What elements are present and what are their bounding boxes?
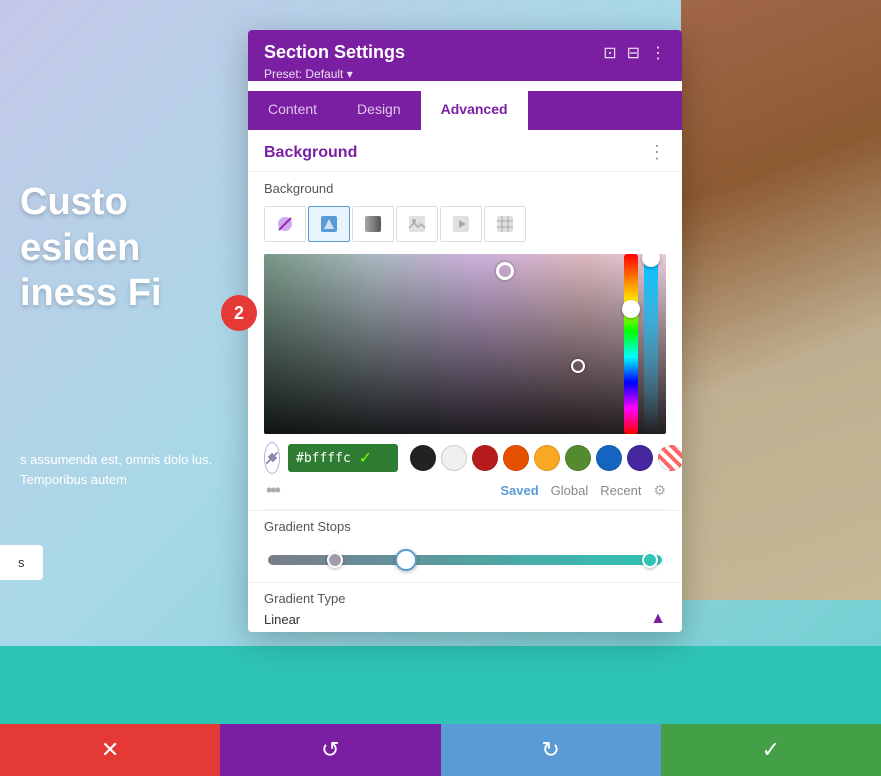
bg-label-row: Background <box>248 172 682 202</box>
redo-icon: ↻ <box>541 737 559 763</box>
hue-slider[interactable] <box>624 254 638 434</box>
hex-row: #bffffc ✓ <box>248 434 682 478</box>
page-subtext: s assumenda est, omnis dolo lus. Tempori… <box>20 450 260 489</box>
close-button[interactable]: ✕ <box>0 724 220 776</box>
expand-icon[interactable]: ⊡ <box>603 43 616 63</box>
eyedropper-button[interactable] <box>264 442 280 474</box>
columns-icon[interactable]: ⊟ <box>627 43 640 63</box>
color-tabs: Saved Global Recent ⚙ <box>500 482 666 499</box>
swatch-white[interactable] <box>441 445 467 471</box>
alpha-slider-thumb[interactable] <box>642 254 660 267</box>
gradient-canvas[interactable] <box>264 254 666 434</box>
save-button[interactable]: ✓ <box>661 724 881 776</box>
swatch-black[interactable] <box>410 445 436 471</box>
bg-type-color[interactable] <box>308 206 350 242</box>
more-swatches-button[interactable]: ••• <box>264 480 279 501</box>
swatch-green[interactable] <box>565 445 591 471</box>
gradient-type-label: Gradient Type <box>264 591 666 606</box>
color-tab-saved[interactable]: Saved <box>500 483 538 498</box>
color-tab-recent[interactable]: Recent <box>600 483 641 498</box>
section-title: Background <box>264 144 357 162</box>
swatch-purple[interactable] <box>627 445 653 471</box>
swatch-blue[interactable] <box>596 445 622 471</box>
top-picker-thumb[interactable] <box>496 262 514 280</box>
more-icon[interactable]: ⋮ <box>650 43 666 63</box>
right-image <box>681 0 881 600</box>
panel-title: Section Settings <box>264 42 405 63</box>
bg-type-row <box>248 202 682 250</box>
alpha-slider[interactable] <box>644 254 658 434</box>
preset-label[interactable]: Preset: Default ▾ <box>264 67 666 81</box>
gradient-stops-label: Gradient Stops <box>264 519 666 534</box>
bottom-toolbar: ✕ ↺ ↻ ✓ <box>0 724 881 776</box>
bg-type-image[interactable] <box>396 206 438 242</box>
undo-button[interactable]: ↺ <box>220 724 440 776</box>
tab-advanced[interactable]: Advanced <box>421 91 528 130</box>
close-icon: ✕ <box>101 737 119 763</box>
gradient-type-value: Linear <box>264 612 300 627</box>
badge-2: 2 <box>221 295 257 331</box>
panel-tabs: Content Design Advanced <box>248 91 682 130</box>
hex-input[interactable]: #bffffc ✓ <box>288 444 398 472</box>
left-page-button[interactable]: s <box>0 545 43 580</box>
bg-label: Background <box>264 181 333 196</box>
panel-header: Section Settings ⊡ ⊟ ⋮ Preset: Default ▾ <box>248 30 682 81</box>
page-hero-text: Custo esiden iness Fi <box>20 180 162 317</box>
color-swatches <box>410 445 682 471</box>
gradient-stops-track[interactable] <box>268 555 662 565</box>
save-icon: ✓ <box>762 737 780 763</box>
gradient-type-value-row: Linear ▲ <box>264 610 666 628</box>
redo-button[interactable]: ↻ <box>441 724 661 776</box>
tab-content[interactable]: Content <box>248 91 337 130</box>
gradient-stop-center[interactable] <box>395 549 417 571</box>
hex-value: #bffffc <box>296 451 351 466</box>
bg-type-video[interactable] <box>440 206 482 242</box>
panel-header-icons: ⊡ ⊟ ⋮ <box>603 43 666 63</box>
swatch-yellow[interactable] <box>534 445 560 471</box>
color-picker-area[interactable] <box>264 254 666 434</box>
color-settings-icon[interactable]: ⚙ <box>653 482 666 499</box>
section-settings-panel: Section Settings ⊡ ⊟ ⋮ Preset: Default ▾… <box>248 30 682 632</box>
hue-slider-thumb[interactable] <box>622 300 640 318</box>
color-tab-global[interactable]: Global <box>551 483 589 498</box>
gradient-stops-slider[interactable] <box>264 542 666 578</box>
panel-body: Background ⋮ Background <box>248 130 682 632</box>
bg-type-none[interactable] <box>264 206 306 242</box>
hex-confirm-icon[interactable]: ✓ <box>359 448 372 468</box>
bg-type-gradient[interactable] <box>352 206 394 242</box>
gradient-type-arrow-icon[interactable]: ▲ <box>650 610 666 628</box>
section-menu-icon[interactable]: ⋮ <box>648 142 666 163</box>
swatch-transparent[interactable] <box>658 445 682 471</box>
color-bottom-row: ••• Saved Global Recent ⚙ <box>248 478 682 509</box>
undo-icon: ↺ <box>321 737 339 763</box>
panel-header-top: Section Settings ⊡ ⊟ ⋮ <box>264 42 666 63</box>
gradient-type-section: Gradient Type Linear ▲ <box>248 582 682 632</box>
section-header: Background ⋮ <box>248 130 682 172</box>
bg-type-pattern[interactable] <box>484 206 526 242</box>
picker-cursor[interactable] <box>571 359 585 373</box>
swatch-red[interactable] <box>472 445 498 471</box>
tab-design[interactable]: Design <box>337 91 421 130</box>
gradient-stops-section: Gradient Stops <box>248 510 682 582</box>
swatch-orange[interactable] <box>503 445 529 471</box>
gradient-stop-right[interactable] <box>642 552 658 568</box>
gradient-stop-left[interactable] <box>327 552 343 568</box>
